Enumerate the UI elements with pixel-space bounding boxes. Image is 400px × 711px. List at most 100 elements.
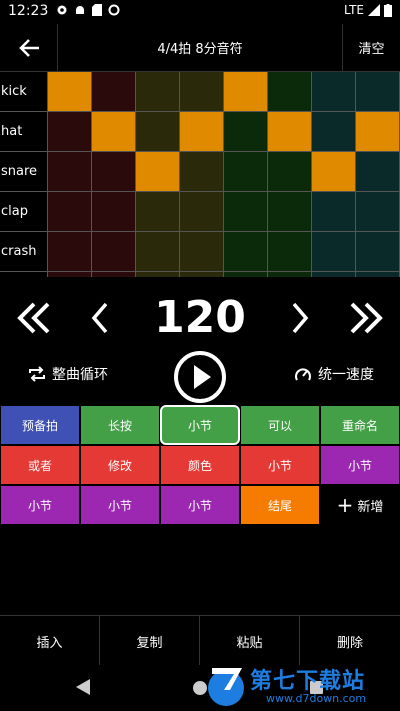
step-cell[interactable] [136,112,180,152]
step-cell[interactable] [180,152,224,192]
section-item[interactable]: 重命名 [320,405,400,445]
section-item[interactable]: 长按 [80,405,160,445]
step-cell[interactable] [48,152,92,192]
step-cell[interactable] [268,152,312,192]
tempo-decrease-fast-button[interactable] [12,296,56,340]
clear-button[interactable]: 清空 [342,24,400,71]
track-row: snare [0,152,400,192]
step-cell[interactable] [48,72,92,112]
section-label: 小节 [27,498,52,513]
section-label: 小节 [107,498,132,513]
section-item[interactable]: 小节 [0,485,80,525]
step-cell[interactable] [356,232,400,272]
section-label: 小节 [267,458,292,473]
step-cell[interactable] [224,112,268,152]
tempo-increase-fast-button[interactable] [344,296,388,340]
bpm-value[interactable]: 120 [140,290,260,346]
step-cell[interactable] [356,112,400,152]
track-row: crash [0,232,400,272]
step-cell[interactable] [312,272,356,277]
step-cell[interactable] [268,272,312,277]
back-button[interactable] [0,24,58,71]
step-cell[interactable] [356,72,400,112]
step-cell[interactable] [224,232,268,272]
tempo-decrease-button[interactable] [78,296,122,340]
battery-icon [384,3,392,17]
section-item[interactable]: 结尾 [240,485,320,525]
step-cell[interactable] [268,72,312,112]
step-cell[interactable] [180,192,224,232]
track-label: snare [0,152,48,192]
section-item[interactable]: 预备拍 [0,405,80,445]
step-cell[interactable] [48,232,92,272]
section-item[interactable]: 颜色 [160,445,240,485]
section-item[interactable]: 小节 [80,485,160,525]
step-cell[interactable] [268,192,312,232]
step-cell[interactable] [312,72,356,112]
step-cell[interactable] [224,192,268,232]
step-cell[interactable] [136,272,180,277]
section-item[interactable]: 小节 [160,485,240,525]
step-cell[interactable] [48,192,92,232]
track-row: kick [0,72,400,112]
paste-button[interactable]: 粘贴 [200,616,300,666]
repeat-icon [29,366,45,382]
step-cell[interactable] [136,232,180,272]
status-bar: 12:23 LTE [0,0,400,24]
step-cell[interactable] [136,192,180,232]
step-cell[interactable] [356,152,400,192]
step-cell[interactable] [180,72,224,112]
step-cell[interactable] [312,112,356,152]
section-item[interactable]: 可以 [240,405,320,445]
section-item[interactable]: 或者 [0,445,80,485]
track-label [0,272,48,277]
section-label: 小节 [187,418,212,433]
step-cell[interactable] [224,272,268,277]
copy-button[interactable]: 复制 [100,616,200,666]
track-label: clap [0,192,48,232]
watermark-url: www.d7down.com [266,692,367,705]
section-item[interactable]: 修改 [80,445,160,485]
step-cell[interactable] [92,232,136,272]
section-item[interactable]: 小节 [320,445,400,485]
step-cell[interactable] [48,112,92,152]
step-cell[interactable] [92,112,136,152]
step-cell[interactable] [312,152,356,192]
double-chevron-left-icon [17,302,50,334]
loop-toggle[interactable]: 整曲循环 [28,364,108,384]
step-cell[interactable] [312,192,356,232]
step-cell[interactable] [92,72,136,112]
speedometer-icon [295,368,311,381]
unify-speed-button[interactable]: 统一速度 [294,364,374,384]
step-cell[interactable] [356,192,400,232]
nav-back-icon[interactable] [76,679,90,695]
play-button[interactable] [172,350,228,404]
app-header: 4/4拍 8分音符 清空 [0,24,400,72]
section-label: 修改 [107,458,132,473]
insert-button[interactable]: 插入 [0,616,100,666]
step-cell[interactable] [224,72,268,112]
step-cell[interactable] [180,272,224,277]
step-cell[interactable] [312,232,356,272]
step-cell[interactable] [48,272,92,277]
step-cell[interactable] [136,72,180,112]
section-item[interactable]: 小节 [240,445,320,485]
tempo-increase-button[interactable] [278,296,322,340]
section-item[interactable]: 小节 [160,405,240,445]
step-cell[interactable] [356,272,400,277]
step-cell[interactable] [224,152,268,192]
speed-label: 统一速度 [318,367,374,383]
step-cell[interactable] [268,112,312,152]
step-cell[interactable] [92,192,136,232]
step-cell[interactable] [268,232,312,272]
delete-button[interactable]: 删除 [300,616,400,666]
step-cell[interactable] [92,272,136,277]
step-cell[interactable] [92,152,136,192]
track-label: crash [0,232,48,272]
step-cell[interactable] [180,112,224,152]
arrow-left-icon [18,38,39,57]
step-cell[interactable] [180,232,224,272]
plus-icon: + [336,493,354,517]
add-section-button[interactable]: + 新增 [320,485,400,525]
step-cell[interactable] [136,152,180,192]
